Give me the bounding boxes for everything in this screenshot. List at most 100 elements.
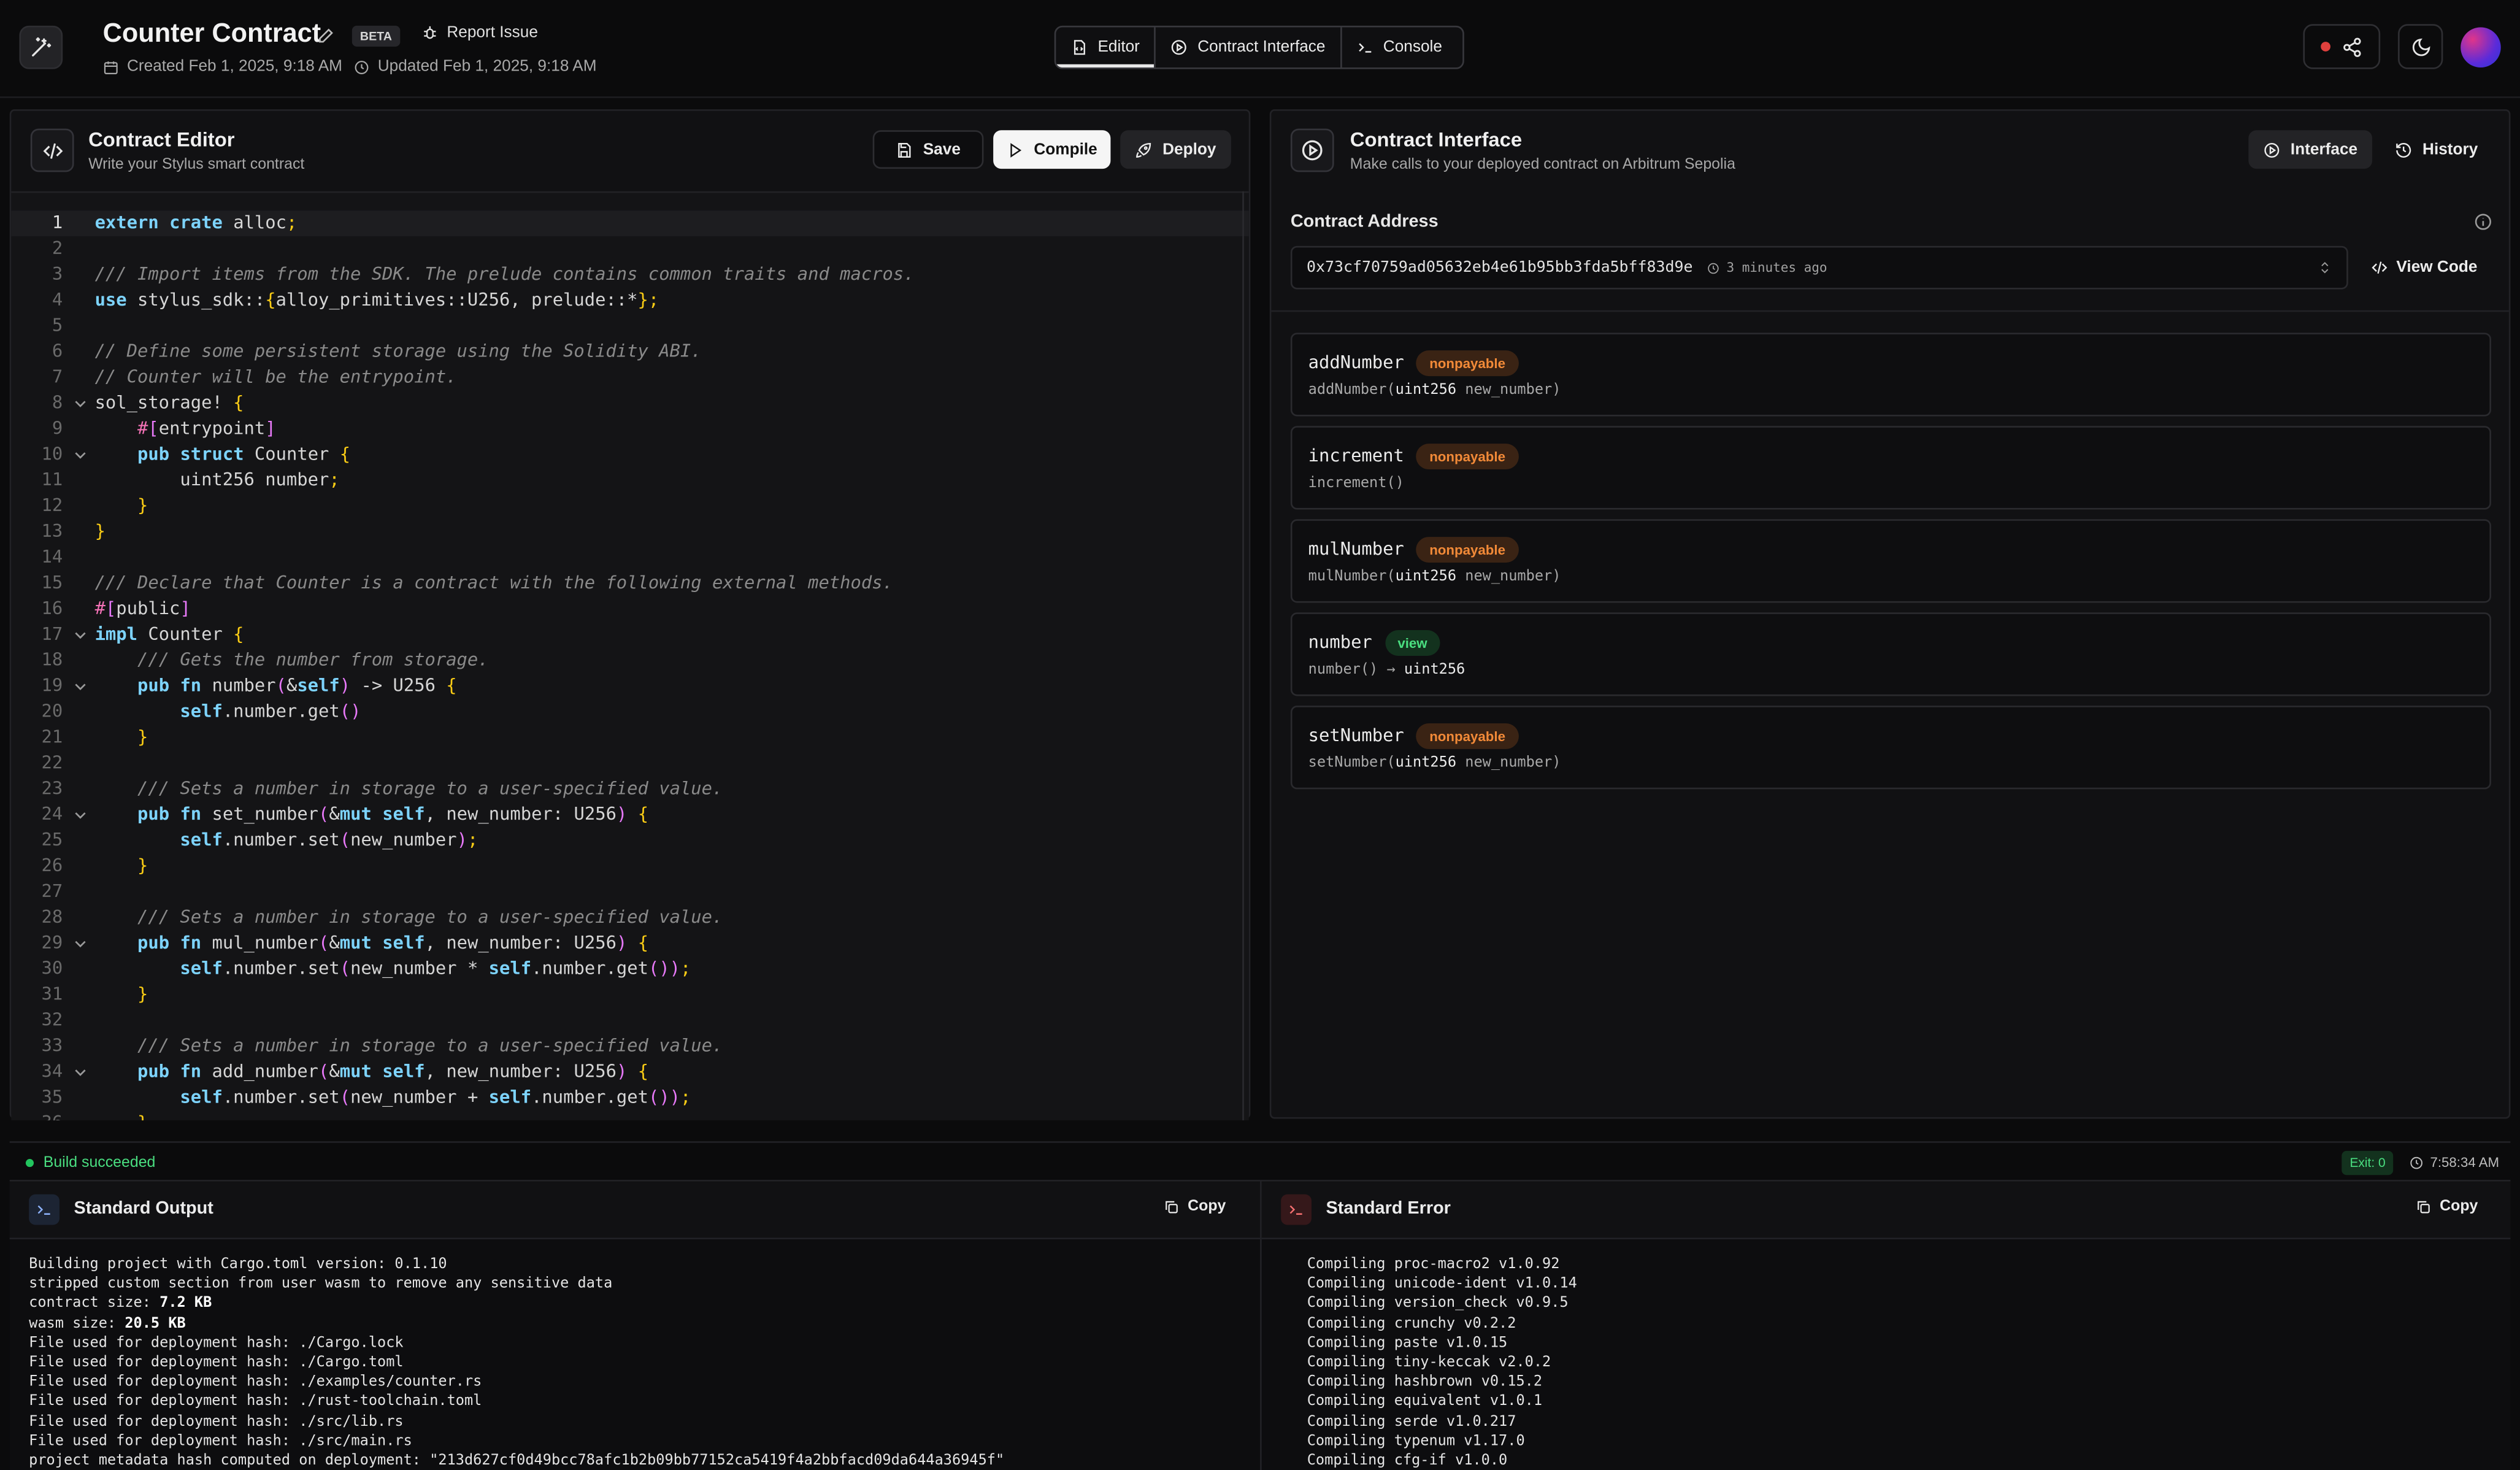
function-card-increment[interactable]: increment nonpayable increment() xyxy=(1290,426,2491,510)
app-logo-icon[interactable] xyxy=(19,25,63,69)
line-number: 7 xyxy=(52,366,63,388)
code-line[interactable]: 17 impl Counter { xyxy=(11,622,1248,648)
terminal-icon xyxy=(1356,39,1373,56)
code-line[interactable]: 32 xyxy=(11,1008,1248,1034)
code-text: uint256 number; xyxy=(94,469,340,491)
address-age: 3 minutes ago xyxy=(1707,260,1827,275)
code-line[interactable]: 16 #[public] xyxy=(11,596,1248,622)
code-file-icon xyxy=(1070,39,1088,56)
tab-contract-interface[interactable]: Contract Interface xyxy=(1156,27,1342,68)
code-line[interactable]: 8 sol_storage! { xyxy=(11,391,1248,417)
stdout-copy-button[interactable]: Copy xyxy=(1164,1198,1226,1215)
code-line[interactable]: 22 xyxy=(11,751,1248,777)
code-line[interactable]: 11 uint256 number; xyxy=(11,468,1248,493)
code-text: /// Declare that Counter is a contract w… xyxy=(94,572,893,593)
fold-chevron-icon[interactable] xyxy=(72,447,88,463)
deploy-button[interactable]: Deploy xyxy=(1120,130,1231,169)
pencil-icon[interactable] xyxy=(317,26,336,45)
theme-toggle-button[interactable] xyxy=(2398,24,2443,69)
fold-chevron-icon[interactable] xyxy=(72,807,88,823)
function-signature: increment() xyxy=(1308,475,1404,492)
tab-console[interactable]: Console xyxy=(1342,28,1457,67)
line-number: 31 xyxy=(41,983,63,1005)
function-card-mulNumber[interactable]: mulNumber nonpayable mulNumber(uint256 new… xyxy=(1290,519,2491,603)
code-line[interactable]: 9 #[entrypoint] xyxy=(11,417,1248,442)
function-card-number[interactable]: number view number() → uint256 xyxy=(1290,612,2491,696)
tab-editor[interactable]: Editor xyxy=(1056,27,1156,68)
line-number: 32 xyxy=(41,1009,63,1031)
fold-chevron-icon[interactable] xyxy=(72,679,88,695)
code-line[interactable]: 14 xyxy=(11,545,1248,571)
created-label: Created Feb 1, 2025, 9:18 AM xyxy=(126,58,343,76)
line-number: 24 xyxy=(41,804,63,825)
page-title: Counter Contract xyxy=(102,19,321,48)
code-line[interactable]: 31 } xyxy=(11,982,1248,1008)
share-button[interactable] xyxy=(2303,24,2381,69)
code-line[interactable]: 28 /// Sets a number in storage to a use… xyxy=(11,905,1248,931)
log-line: Compiling serde v1.0.217 xyxy=(1281,1414,1516,1430)
code-line[interactable]: 3 /// Import items from the SDK. The prel… xyxy=(11,262,1248,288)
code-icon xyxy=(2370,259,2388,277)
code-line[interactable]: 4 use stylus_sdk::{alloy_primitives::U256… xyxy=(11,288,1248,314)
code-line[interactable]: 27 xyxy=(11,879,1248,905)
editor-scrollbar[interactable] xyxy=(1242,191,1244,1121)
code-line[interactable]: 6 // Define some persistent storage using… xyxy=(11,339,1248,365)
contract-address-select[interactable]: 0x73cf70759ad05632eb4e61b95bb3fda5bff83d… xyxy=(1290,245,2348,290)
code-line[interactable]: 5 xyxy=(11,314,1248,339)
clock-icon xyxy=(353,59,369,75)
log-line: Building project with Cargo.toml version… xyxy=(29,1256,447,1274)
save-icon xyxy=(896,140,913,158)
code-text: } xyxy=(137,726,148,748)
stderr-copy-button[interactable]: Copy xyxy=(2416,1198,2478,1215)
fold-chevron-icon[interactable] xyxy=(72,1064,88,1080)
code-line[interactable]: 26 } xyxy=(11,853,1248,879)
function-card-addNumber[interactable]: addNumber nonpayable addNumber(uint256 new… xyxy=(1290,333,2491,417)
function-card-setNumber[interactable]: setNumber nonpayable setNumber(uint256 new… xyxy=(1290,706,2491,790)
code-line[interactable]: 15 /// Declare that Counter is a contract… xyxy=(11,571,1248,596)
code-line[interactable]: 12 } xyxy=(11,493,1248,519)
line-number: 21 xyxy=(41,726,63,748)
history-tab-button[interactable]: History xyxy=(2383,130,2489,169)
code-line[interactable]: 7 // Counter will be the entrypoint. xyxy=(11,365,1248,391)
avatar[interactable] xyxy=(2460,27,2501,68)
compile-button[interactable]: Compile xyxy=(993,130,1111,169)
stdout-title: Standard Output xyxy=(74,1199,213,1218)
contract-address-label: Contract Address xyxy=(1290,212,1439,232)
code-line[interactable]: 13} xyxy=(11,519,1248,545)
view-code-button[interactable]: View Code xyxy=(2370,246,2477,290)
code-line[interactable]: 33 /// Sets a number in storage to a use… xyxy=(11,1034,1248,1060)
code-line[interactable]: 21 } xyxy=(11,725,1248,751)
fold-chevron-icon[interactable] xyxy=(72,396,88,412)
code-line[interactable]: 24 pub fn set_number(&mut self, new_numb… xyxy=(11,802,1248,828)
code-line[interactable]: 18 /// Gets the number from storage. xyxy=(11,648,1248,674)
code-line[interactable]: 30 self.number.set(new_number * self.num… xyxy=(11,956,1248,982)
line-number: 28 xyxy=(41,906,63,928)
code-text: pub fn set_number(&mut self, new_number:… xyxy=(137,804,649,825)
code-line[interactable]: 23 /// Sets a number in storage to a use… xyxy=(11,776,1248,802)
code-line[interactable]: 36 } xyxy=(11,1110,1248,1120)
report-issue-label: Report Issue xyxy=(447,24,538,42)
log-line: Compiling tiny-keccak v2.0.2 xyxy=(1281,1355,1551,1371)
code-line[interactable]: 1 extern crate alloc; xyxy=(11,210,1249,237)
standard-error-panel: Standard Error Copy Compiling proc-macro… xyxy=(1260,1180,2511,1470)
code-line[interactable]: 19 pub fn number(&self) -> U256 { xyxy=(11,674,1248,699)
fold-chevron-icon[interactable] xyxy=(72,627,88,643)
code-text: self.number.set(new_number * self.number… xyxy=(180,958,691,979)
line-number: 29 xyxy=(41,932,63,953)
interface-tab-label: Interface xyxy=(2290,140,2358,159)
interface-tab-button[interactable]: Interface xyxy=(2248,130,2373,169)
code-line[interactable]: 20 self.number.get() xyxy=(11,699,1248,725)
code-line[interactable]: 2 xyxy=(11,236,1248,262)
code-line[interactable]: 29 pub fn mul_number(&mut self, new_numb… xyxy=(11,931,1248,956)
code-line[interactable]: 35 self.number.set(new_number + self.num… xyxy=(11,1085,1248,1110)
save-button[interactable]: Save xyxy=(872,130,984,169)
code-line[interactable]: 10 pub struct Counter { xyxy=(11,442,1248,468)
code-line[interactable]: 25 self.number.set(new_number); xyxy=(11,828,1248,853)
code-editor[interactable]: 1 extern crate alloc; 2 3/// Import items f… xyxy=(11,191,1249,1121)
fold-chevron-icon[interactable] xyxy=(72,936,88,952)
rocket-icon xyxy=(1135,140,1153,158)
code-line[interactable]: 34 pub fn add_number(&mut self, new_numb… xyxy=(11,1060,1248,1085)
report-issue-button[interactable]: Report Issue xyxy=(421,24,538,42)
terminal-icon xyxy=(1281,1194,1312,1225)
info-icon[interactable] xyxy=(2473,212,2492,231)
